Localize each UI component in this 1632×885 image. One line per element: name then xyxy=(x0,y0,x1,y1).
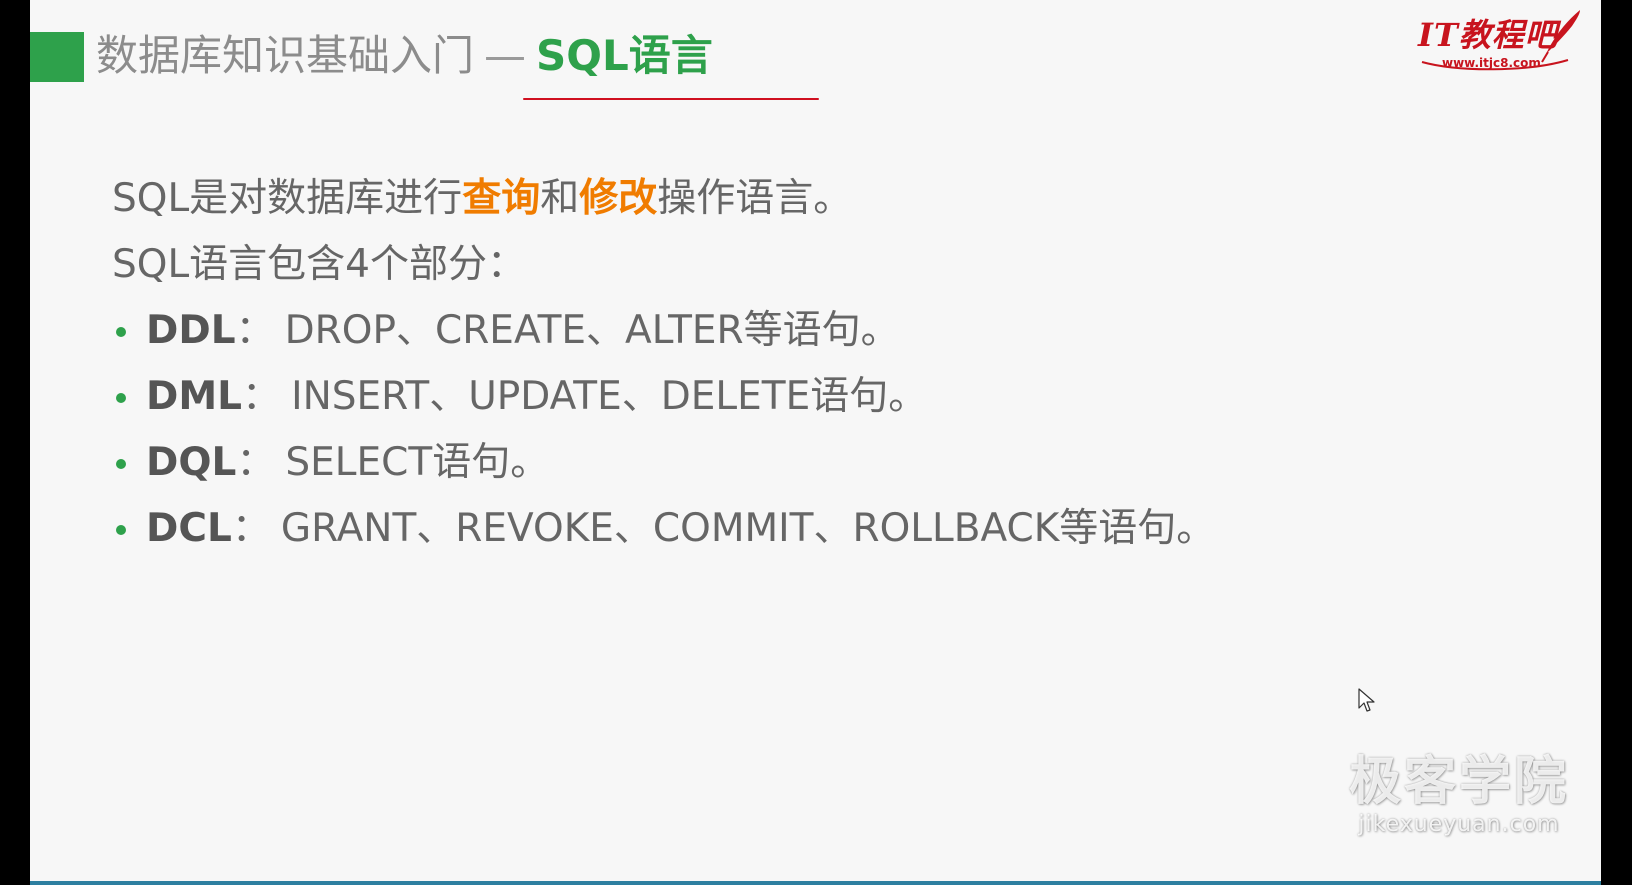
intro-line: SQL是对数据库进行查询和修改操作语言。 xyxy=(112,166,1215,232)
page-title: 数据库知识基础入门 — SQL语言 xyxy=(96,28,713,84)
bullet-text: SELECT语句。 xyxy=(285,440,550,485)
watermark-main: 极客学院 xyxy=(1348,752,1569,812)
title-underline xyxy=(523,98,819,100)
title-prefix: 数据库知识基础入门 xyxy=(96,31,475,80)
intro-part1: SQL是对数据库进行 xyxy=(112,176,463,221)
bullet-text: DROP、CREATE、ALTER等语句。 xyxy=(284,308,900,353)
intro-part2: 和 xyxy=(540,176,580,221)
bullet-term: DML xyxy=(146,374,243,419)
bullet-dml: DML： INSERT、UPDATE、DELETE语句。 xyxy=(112,364,1215,430)
bullet-colon: ： xyxy=(235,308,275,353)
bottom-bar xyxy=(30,881,1601,885)
bullet-term: DCL xyxy=(146,506,232,551)
watermark: 极客学院 jikexueyuan.com xyxy=(1344,752,1574,838)
subtitle-line: SQL语言包含4个部分： xyxy=(112,242,526,287)
bullet-dot xyxy=(116,393,126,403)
intro-keyword-modify: 修改 xyxy=(579,176,658,221)
bullet-dot xyxy=(116,525,126,535)
bullet-dot xyxy=(116,459,126,469)
title-accent-block xyxy=(30,32,84,82)
bullet-text: INSERT、UPDATE、DELETE语句。 xyxy=(291,374,928,419)
title-dash: — xyxy=(484,31,527,80)
bullet-term: DDL xyxy=(146,308,236,353)
slide-content: SQL是对数据库进行查询和修改操作语言。 SQL语言包含4个部分： DDL： DR… xyxy=(112,166,1215,562)
bullet-ddl: DDL： DROP、CREATE、ALTER等语句。 xyxy=(112,298,1215,364)
mouse-pointer-icon xyxy=(1358,688,1375,712)
bullet-colon: ： xyxy=(242,374,282,419)
slide: 数据库知识基础入门 — SQL语言 IT教程吧 www.itjc8.com SQL是… xyxy=(30,0,1601,881)
title-highlight: SQL语言 xyxy=(536,31,713,80)
bullet-term: DQL xyxy=(146,440,237,485)
logo: IT教程吧 www.itjc8.com xyxy=(1418,6,1588,72)
quill-pen-icon xyxy=(1421,10,1580,71)
bullet-colon: ： xyxy=(236,440,276,485)
bullet-text: GRANT、REVOKE、COMMIT、ROLLBACK等语句。 xyxy=(280,506,1216,551)
intro-keyword-query: 查询 xyxy=(462,176,541,221)
bullet-dql: DQL： SELECT语句。 xyxy=(112,430,1215,496)
bullet-dot xyxy=(116,327,126,337)
watermark-sub: jikexueyuan.com xyxy=(1358,812,1560,837)
bullet-colon: ： xyxy=(231,506,271,551)
bullet-dcl: DCL： GRANT、REVOKE、COMMIT、ROLLBACK等语句。 xyxy=(112,496,1215,562)
intro-part3: 操作语言。 xyxy=(657,176,853,221)
